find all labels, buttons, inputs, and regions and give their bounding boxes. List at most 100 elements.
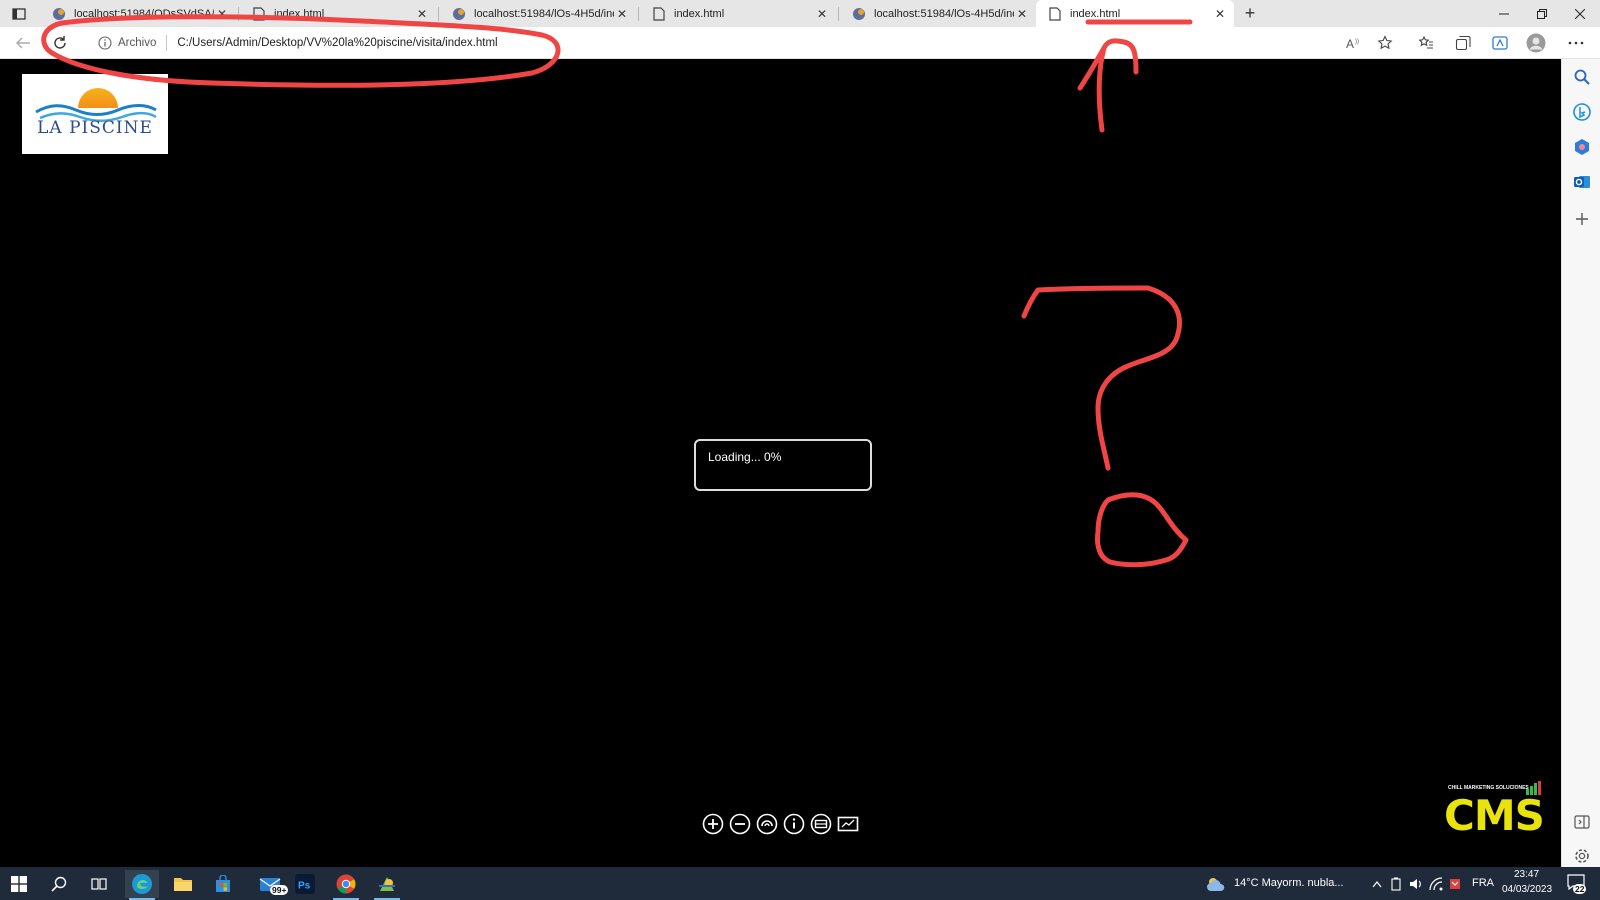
- chrome-icon: [336, 874, 356, 894]
- tools-icon: [1575, 139, 1589, 155]
- start-button[interactable]: [2, 870, 36, 898]
- sidebar-shopping-button[interactable]: [1571, 136, 1593, 158]
- close-window-button[interactable]: [1561, 0, 1598, 27]
- sidebar-outlook-button[interactable]: [1571, 171, 1593, 193]
- close-icon[interactable]: ✕: [1212, 6, 1228, 22]
- zoom-in-button[interactable]: [702, 813, 724, 835]
- clock-time[interactable]: 23:47: [1514, 869, 1539, 880]
- tab-actions-button[interactable]: [6, 4, 32, 24]
- taskbar-mail[interactable]: 99+: [250, 870, 290, 898]
- read-aloud-button[interactable]: A)): [1342, 32, 1366, 54]
- taskbar-search-button[interactable]: [42, 870, 76, 898]
- tab-4[interactable]: index.html ✕: [640, 0, 836, 27]
- folder-icon: [174, 878, 192, 891]
- tab-2[interactable]: index.html ✕: [240, 0, 436, 27]
- notification-center-button[interactable]: 22: [1567, 874, 1589, 894]
- minimize-button[interactable]: [1485, 0, 1522, 27]
- taskbar-store[interactable]: [206, 870, 240, 898]
- map-button[interactable]: [837, 813, 859, 835]
- windows-taskbar: 99+ Ps 14°C Mayorm. nubla... FRA 23:47 0…: [0, 867, 1600, 900]
- logo-text: LA PISCINE: [37, 118, 153, 138]
- tab-divider: [438, 7, 439, 21]
- address-divider: [166, 35, 168, 51]
- search-icon: [1574, 69, 1590, 85]
- info-circle-icon: [783, 813, 805, 835]
- url-text[interactable]: C:/Users/Admin/Desktop/VV%20la%20piscine…: [177, 37, 497, 49]
- notification-count: 22: [1573, 884, 1587, 894]
- brand-word: CMS: [1444, 791, 1545, 840]
- taskbar-app[interactable]: [370, 870, 404, 900]
- tab-actions-icon: [12, 8, 26, 20]
- tab-5[interactable]: localhost:51984/lOs-4H5d/inde ✕: [840, 0, 1036, 27]
- loading-box: Loading... 0%: [694, 439, 872, 491]
- rotate-icon: [756, 813, 778, 835]
- task-view-button[interactable]: [82, 870, 116, 898]
- zoom-out-button[interactable]: [729, 813, 751, 835]
- task-view-icon: [91, 878, 107, 890]
- taskbar-photoshop[interactable]: Ps: [288, 870, 322, 898]
- volume-icon[interactable]: [1409, 877, 1423, 891]
- performance-button[interactable]: [1488, 32, 1512, 54]
- mail-badge: 99+: [270, 885, 289, 895]
- sidebar-search-button[interactable]: [1571, 66, 1593, 88]
- address-bar[interactable]: Archivo C:/Users/Admin/Desktop/VV%20la%2…: [88, 30, 1388, 56]
- close-icon[interactable]: ✕: [1014, 6, 1030, 22]
- svg-text:A: A: [1346, 37, 1354, 50]
- tab-1[interactable]: localhost:51984/ODsSVdSA/inde ✕: [40, 0, 236, 27]
- network-alert-icon[interactable]: [1449, 877, 1461, 891]
- sunset-waves-icon: [22, 88, 168, 124]
- loading-text: Loading... 0%: [708, 450, 782, 464]
- back-arrow-icon: [16, 37, 30, 49]
- collections-button[interactable]: [1451, 32, 1475, 54]
- close-icon[interactable]: ✕: [214, 6, 230, 22]
- tab-title: index.html: [274, 7, 325, 20]
- la-piscine-logo: LA PISCINE: [22, 74, 168, 154]
- read-aloud-icon: A)): [1346, 37, 1359, 50]
- tab-title: index.html: [674, 7, 725, 20]
- more-menu-button[interactable]: [1564, 32, 1588, 54]
- info-icon[interactable]: [98, 36, 112, 50]
- weather-text[interactable]: 14°C Mayorm. nubla...: [1234, 877, 1344, 889]
- sidebar-add-button[interactable]: [1571, 208, 1593, 230]
- viewer-controls: [702, 813, 859, 835]
- sidebar-hide-button[interactable]: [1571, 811, 1593, 833]
- file-icon: [1048, 7, 1062, 21]
- sidebar-settings-button[interactable]: [1571, 845, 1593, 867]
- page-viewport[interactable]: LA PISCINE Loading... 0% CHILL MARKETING…: [0, 59, 1561, 867]
- close-icon[interactable]: ✕: [414, 6, 430, 22]
- clock-date[interactable]: 04/03/2023: [1502, 884, 1552, 895]
- tab-6-active[interactable]: index.html ✕: [1036, 0, 1234, 28]
- refresh-button[interactable]: [48, 32, 72, 54]
- tab-title: index.html: [1070, 8, 1121, 20]
- info-button[interactable]: [783, 813, 805, 835]
- taskbar-chrome[interactable]: [329, 870, 363, 900]
- refresh-icon: [54, 36, 66, 49]
- input-language[interactable]: FRA: [1472, 877, 1494, 889]
- fullscreen-button[interactable]: [810, 813, 832, 835]
- wifi-icon[interactable]: [1429, 877, 1443, 891]
- new-tab-button[interactable]: +: [1240, 3, 1260, 23]
- profile-button[interactable]: [1524, 32, 1548, 54]
- taskbar-file-explorer[interactable]: [166, 870, 200, 898]
- close-icon[interactable]: ✕: [614, 6, 630, 22]
- tab-3[interactable]: localhost:51984/lOs-4H5d/inde ✕: [440, 0, 636, 27]
- sidebar-collapse-icon: [1574, 815, 1590, 829]
- plus-icon: [1576, 213, 1588, 225]
- sidebar-bing-button[interactable]: [1571, 101, 1593, 123]
- restore-button[interactable]: [1523, 0, 1560, 27]
- add-favorite-button[interactable]: [1373, 32, 1397, 54]
- app-favicon-icon: [452, 7, 466, 21]
- windows-logo-icon: [11, 876, 27, 892]
- close-icon[interactable]: ✕: [814, 6, 830, 22]
- photoshop-icon: Ps: [295, 874, 315, 894]
- map-icon: [837, 816, 859, 832]
- tab-title: localhost:51984/lOs-4H5d/inde: [474, 7, 614, 20]
- back-button[interactable]: [11, 32, 35, 54]
- fullscreen-icon: [810, 813, 832, 835]
- chevron-up-icon[interactable]: [1372, 880, 1382, 888]
- app-favicon-icon: [52, 7, 66, 21]
- battery-icon[interactable]: [1390, 877, 1402, 891]
- favorites-button[interactable]: [1414, 32, 1438, 54]
- autorotate-button[interactable]: [756, 813, 778, 835]
- taskbar-edge[interactable]: [125, 870, 159, 900]
